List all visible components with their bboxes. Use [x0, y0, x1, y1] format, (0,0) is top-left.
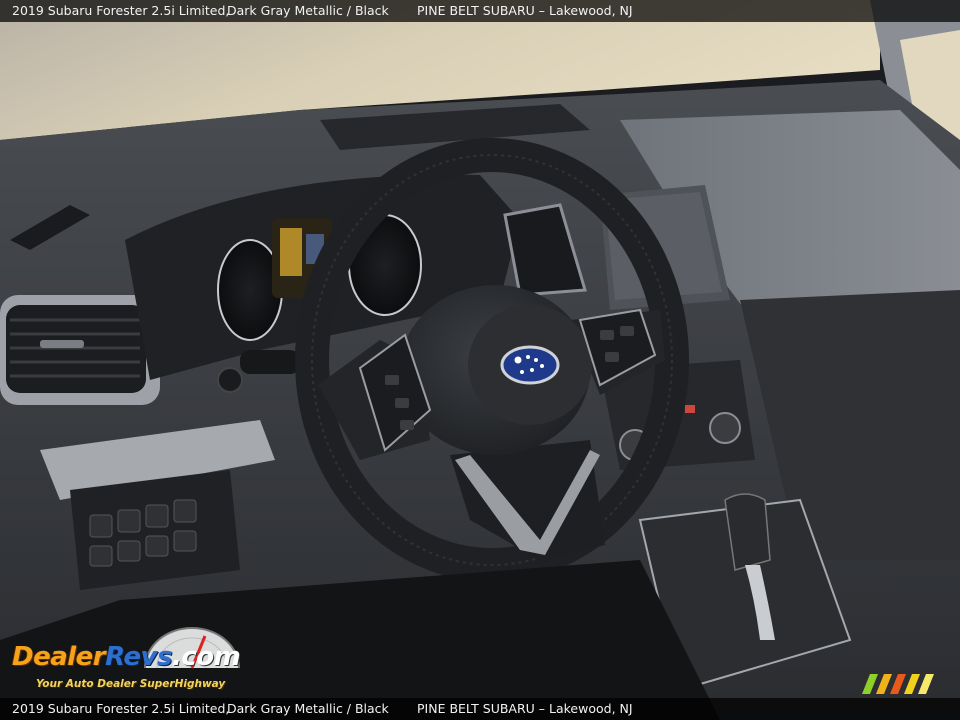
- turn-signal-stalk: [240, 350, 300, 374]
- vehicle-title: 2019 Subaru Forester 2.5i Limited,: [12, 3, 230, 18]
- bottom-caption-bar: 2019 Subaru Forester 2.5i Limited, Dark …: [0, 698, 960, 720]
- watermark-tagline: Your Auto Dealer SuperHighway: [36, 678, 226, 690]
- car-interior-photo: [0, 0, 960, 720]
- vehicle-colors: Dark Gray Metallic / Black: [227, 3, 389, 18]
- stalk-button: [217, 367, 243, 393]
- top-caption-bar: 2019 Subaru Forester 2.5i Limited, Dark …: [0, 0, 960, 22]
- dealer-name-bottom: PINE BELT SUBARU – Lakewood, NJ: [417, 701, 633, 716]
- subaru-logo: [500, 345, 560, 385]
- dealer-name: PINE BELT SUBARU – Lakewood, NJ: [417, 3, 633, 18]
- watermark-brand: DealerRevs.com: [12, 642, 241, 672]
- vehicle-title-bottom: 2019 Subaru Forester 2.5i Limited,: [12, 701, 230, 716]
- stripes-logo-icon: [862, 674, 934, 694]
- dealerrevs-watermark: DealerRevs.com Your Auto Dealer SuperHig…: [12, 626, 262, 696]
- vehicle-colors-bottom: Dark Gray Metallic / Black: [227, 701, 389, 716]
